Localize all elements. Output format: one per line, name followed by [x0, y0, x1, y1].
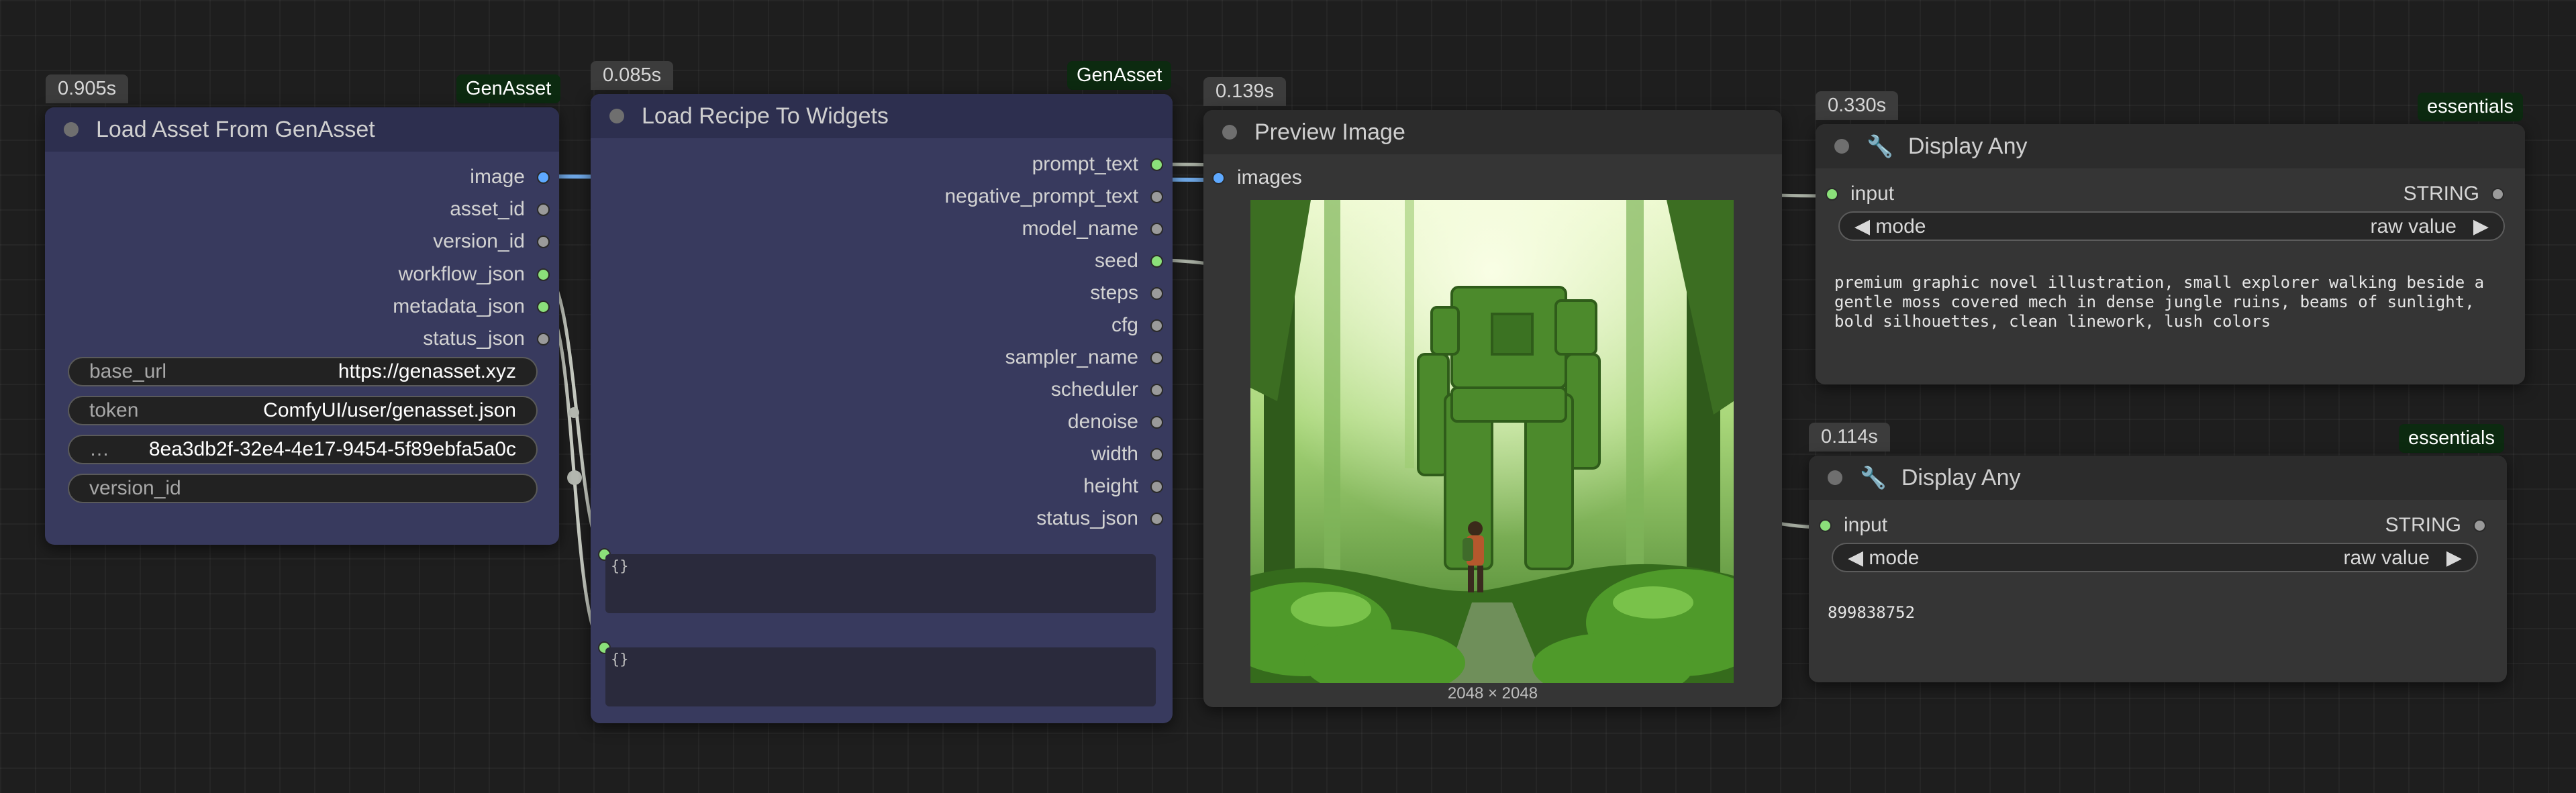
output-cfg[interactable]: cfg: [1111, 312, 1173, 339]
output-image[interactable]: image: [470, 164, 559, 191]
socket-icon[interactable]: [1150, 319, 1163, 332]
socket-icon[interactable]: [1150, 480, 1163, 493]
socket-icon[interactable]: [1826, 187, 1838, 201]
collapse-dot-icon[interactable]: [609, 109, 624, 123]
output-string[interactable]: STRING: [2385, 514, 2498, 537]
exec-time-badge: 0.114s: [1809, 423, 1890, 452]
node-preview-image[interactable]: Preview Image images 2048 × 2048: [1203, 110, 1782, 707]
exec-time-badge: 0.330s: [1816, 91, 1899, 120]
arrow-right-icon[interactable]: ▶: [2446, 547, 2462, 569]
json-textbox-metadata[interactable]: {}: [605, 647, 1156, 706]
output-prompt-text[interactable]: prompt_text: [1032, 151, 1173, 178]
socket-icon[interactable]: [1150, 383, 1163, 396]
node-title: Display Any: [1901, 464, 2021, 490]
mode-selector[interactable]: ◀ mode raw value ▶: [1832, 543, 2478, 572]
node-title: Load Recipe To Widgets: [642, 103, 889, 129]
collapse-dot-icon[interactable]: [1834, 139, 1849, 154]
socket-icon[interactable]: [537, 203, 550, 216]
source-tag: GenAsset: [1067, 61, 1172, 90]
socket-icon[interactable]: [1819, 519, 1832, 532]
image-dimensions: 2048 × 2048: [1447, 684, 1538, 702]
display-text: 899838752: [1828, 603, 1916, 622]
input-input[interactable]: input: [1826, 182, 1894, 205]
source-tag: essentials: [2418, 93, 2523, 121]
node-load-recipe-to-widgets[interactable]: Load Recipe To Widgets prompt_text negat…: [591, 94, 1173, 723]
socket-icon[interactable]: [1150, 158, 1163, 171]
output-asset-id[interactable]: asset_id: [450, 196, 559, 223]
collapse-dot-icon[interactable]: [1828, 470, 1842, 485]
socket-icon[interactable]: [1150, 222, 1163, 235]
output-status-json[interactable]: status_json: [1036, 505, 1173, 532]
arrow-right-icon[interactable]: ▶: [2473, 215, 2489, 237]
exec-time-badge: 0.905s: [46, 74, 129, 103]
input-images[interactable]: images: [1212, 166, 1302, 189]
output-version-id[interactable]: version_id: [433, 228, 559, 255]
socket-icon[interactable]: [537, 268, 550, 281]
exec-time-badge: 0.085s: [591, 61, 674, 90]
display-text: premium graphic novel illustration, smal…: [1834, 273, 2485, 331]
node-title: Load Asset From GenAsset: [96, 116, 375, 142]
node-title: Preview Image: [1254, 119, 1405, 145]
socket-icon[interactable]: [537, 170, 550, 184]
socket-icon[interactable]: [1150, 447, 1163, 461]
widget-version-id[interactable]: version_id: [68, 474, 538, 503]
collapse-dot-icon[interactable]: [64, 122, 79, 137]
output-height[interactable]: height: [1083, 473, 1173, 500]
output-workflow-json[interactable]: workflow_json: [399, 261, 559, 288]
output-scheduler[interactable]: scheduler: [1051, 376, 1173, 403]
node-titlebar[interactable]: 🔧 Display Any: [1809, 456, 2507, 500]
node-display-any-seed[interactable]: 🔧 Display Any input STRING ◀ mode raw va…: [1809, 456, 2507, 682]
node-display-any-prompt[interactable]: 🔧 Display Any input STRING ◀ mode raw va…: [1816, 124, 2525, 384]
wrench-icon: 🔧: [1867, 134, 1893, 158]
output-string[interactable]: STRING: [2404, 182, 2516, 205]
node-titlebar[interactable]: Load Recipe To Widgets: [591, 94, 1173, 138]
socket-icon[interactable]: [2491, 187, 2504, 201]
socket-icon[interactable]: [1150, 254, 1163, 268]
socket-icon[interactable]: [1150, 351, 1163, 364]
node-titlebar[interactable]: Preview Image: [1203, 110, 1782, 154]
output-width[interactable]: width: [1091, 441, 1173, 468]
socket-icon[interactable]: [537, 235, 550, 248]
json-textbox-workflow[interactable]: {}: [605, 554, 1156, 613]
preview-image-jungle-mech[interactable]: [1250, 200, 1734, 683]
socket-icon[interactable]: [1150, 190, 1163, 203]
output-metadata-json[interactable]: metadata_json: [393, 293, 559, 320]
source-tag: essentials: [2399, 424, 2504, 453]
socket-icon[interactable]: [1212, 171, 1225, 184]
wrench-icon: 🔧: [1860, 466, 1887, 490]
exec-time-badge: 0.139s: [1203, 77, 1287, 106]
socket-icon[interactable]: [1150, 415, 1163, 429]
output-denoise[interactable]: denoise: [1068, 409, 1173, 435]
node-titlebar[interactable]: Load Asset From GenAsset: [45, 107, 559, 152]
source-tag: GenAsset: [456, 74, 561, 103]
output-negative-prompt-text[interactable]: negative_prompt_text: [944, 183, 1173, 210]
socket-icon[interactable]: [2473, 519, 2486, 532]
node-title: Display Any: [1908, 133, 2028, 159]
widget-base-url[interactable]: base_url https://genasset.xyz: [68, 357, 538, 386]
output-model-name[interactable]: model_name: [1022, 215, 1173, 242]
widget-token[interactable]: token ComfyUI/user/genasset.json: [68, 396, 538, 425]
widget-asset-id[interactable]: … 8ea3db2f-32e4-4e17-9454-5f89ebfa5a0c: [68, 435, 538, 464]
node-load-asset-from-genasset[interactable]: Load Asset From GenAsset image asset_id …: [45, 107, 559, 545]
arrow-left-icon[interactable]: ◀: [1848, 547, 1863, 569]
socket-icon[interactable]: [1150, 512, 1163, 525]
socket-icon[interactable]: [537, 300, 550, 313]
node-titlebar[interactable]: 🔧 Display Any: [1816, 124, 2525, 168]
arrow-left-icon[interactable]: ◀: [1854, 215, 1870, 237]
socket-icon[interactable]: [1150, 286, 1163, 300]
output-seed[interactable]: seed: [1095, 248, 1173, 274]
output-steps[interactable]: steps: [1090, 280, 1173, 307]
socket-icon[interactable]: [537, 332, 550, 346]
mode-selector[interactable]: ◀ mode raw value ▶: [1838, 211, 2505, 241]
collapse-dot-icon[interactable]: [1222, 125, 1237, 140]
output-sampler-name[interactable]: sampler_name: [1005, 344, 1173, 371]
output-status-json[interactable]: status_json: [423, 325, 559, 352]
input-input[interactable]: input: [1819, 514, 1887, 537]
